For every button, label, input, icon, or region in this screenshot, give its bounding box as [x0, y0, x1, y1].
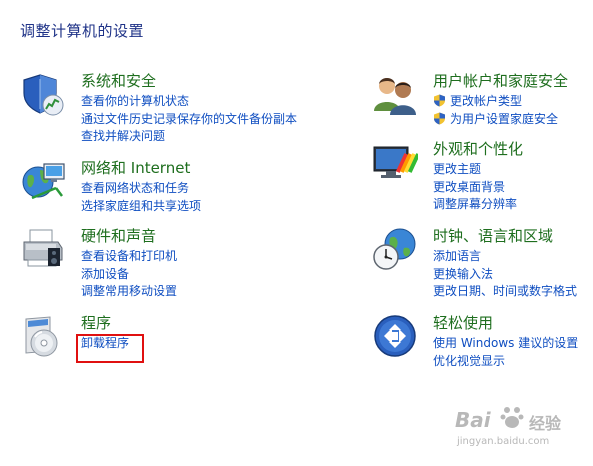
link-view-network-status[interactable]: 查看网络状态和任务 — [81, 180, 201, 198]
link-family-safety-label: 为用户设置家庭安全 — [450, 111, 559, 126]
link-change-theme[interactable]: 更改主题 — [433, 161, 523, 179]
category-heading-hardware-sound[interactable]: 硬件和声音 — [81, 226, 177, 246]
category-heading-programs[interactable]: 程序 — [81, 313, 129, 333]
network-globe-icon[interactable] — [20, 158, 66, 204]
link-optimize-visual-display[interactable]: 优化视觉显示 — [433, 353, 578, 371]
watermark-jingyan: 经验 — [529, 414, 562, 433]
highlight-box — [76, 334, 144, 363]
link-view-computer-status[interactable]: 查看你的计算机状态 — [81, 93, 297, 111]
paw-icon — [499, 404, 525, 430]
users-icon[interactable] — [372, 71, 418, 117]
category-heading-network-internet[interactable]: 网络和 Internet — [81, 158, 201, 178]
uac-shield-icon — [433, 94, 446, 107]
clock-globe-icon[interactable] — [372, 226, 418, 272]
link-add-device[interactable]: 添加设备 — [81, 266, 177, 284]
link-change-account-type-label: 更改帐户类型 — [450, 94, 523, 108]
category-heading-ease-of-access[interactable]: 轻松使用 — [433, 313, 578, 333]
link-change-account-type[interactable]: 更改帐户类型 — [433, 93, 568, 111]
watermark-brand: Bai — [455, 408, 491, 432]
link-windows-recommended-settings[interactable]: 使用 Windows 建议的设置 — [433, 335, 578, 353]
programs-disc-icon[interactable] — [20, 313, 66, 359]
link-change-input-method[interactable]: 更换输入法 — [433, 266, 577, 284]
category-heading-user-accounts[interactable]: 用户帐户和家庭安全 — [433, 71, 568, 91]
category-heading-clock-language-region[interactable]: 时钟、语言和区域 — [433, 226, 577, 246]
link-change-desktop-background[interactable]: 更改桌面背景 — [433, 179, 523, 197]
monitor-palette-icon[interactable] — [372, 139, 418, 185]
link-add-language[interactable]: 添加语言 — [433, 248, 577, 266]
link-homegroup-sharing[interactable]: 选择家庭组和共享选项 — [81, 198, 201, 216]
watermark-domain: jingyan.baidu.com — [457, 436, 550, 447]
link-devices-printers[interactable]: 查看设备和打印机 — [81, 248, 177, 266]
link-file-history-backup[interactable]: 通过文件历史记录保存你的文件备份副本 — [81, 111, 297, 129]
category-heading-system-security[interactable]: 系统和安全 — [81, 71, 297, 91]
category-heading-appearance[interactable]: 外观和个性化 — [433, 139, 523, 159]
uac-shield-icon — [433, 112, 446, 125]
link-change-date-time-format[interactable]: 更改日期、时间或数字格式 — [433, 283, 577, 301]
link-find-fix-problems[interactable]: 查找并解决问题 — [81, 128, 297, 146]
page-title: 调整计算机的设置 — [20, 22, 145, 40]
shield-chart-icon[interactable] — [20, 71, 66, 117]
link-family-safety[interactable]: 为用户设置家庭安全 — [433, 111, 568, 129]
watermark: Bai 经验 jingyan.baidu.com — [455, 406, 565, 454]
link-mobility-settings[interactable]: 调整常用移动设置 — [81, 283, 177, 301]
link-screen-resolution[interactable]: 调整屏幕分辨率 — [433, 196, 523, 214]
ease-of-access-icon[interactable] — [372, 313, 418, 359]
printer-icon[interactable] — [20, 226, 66, 272]
